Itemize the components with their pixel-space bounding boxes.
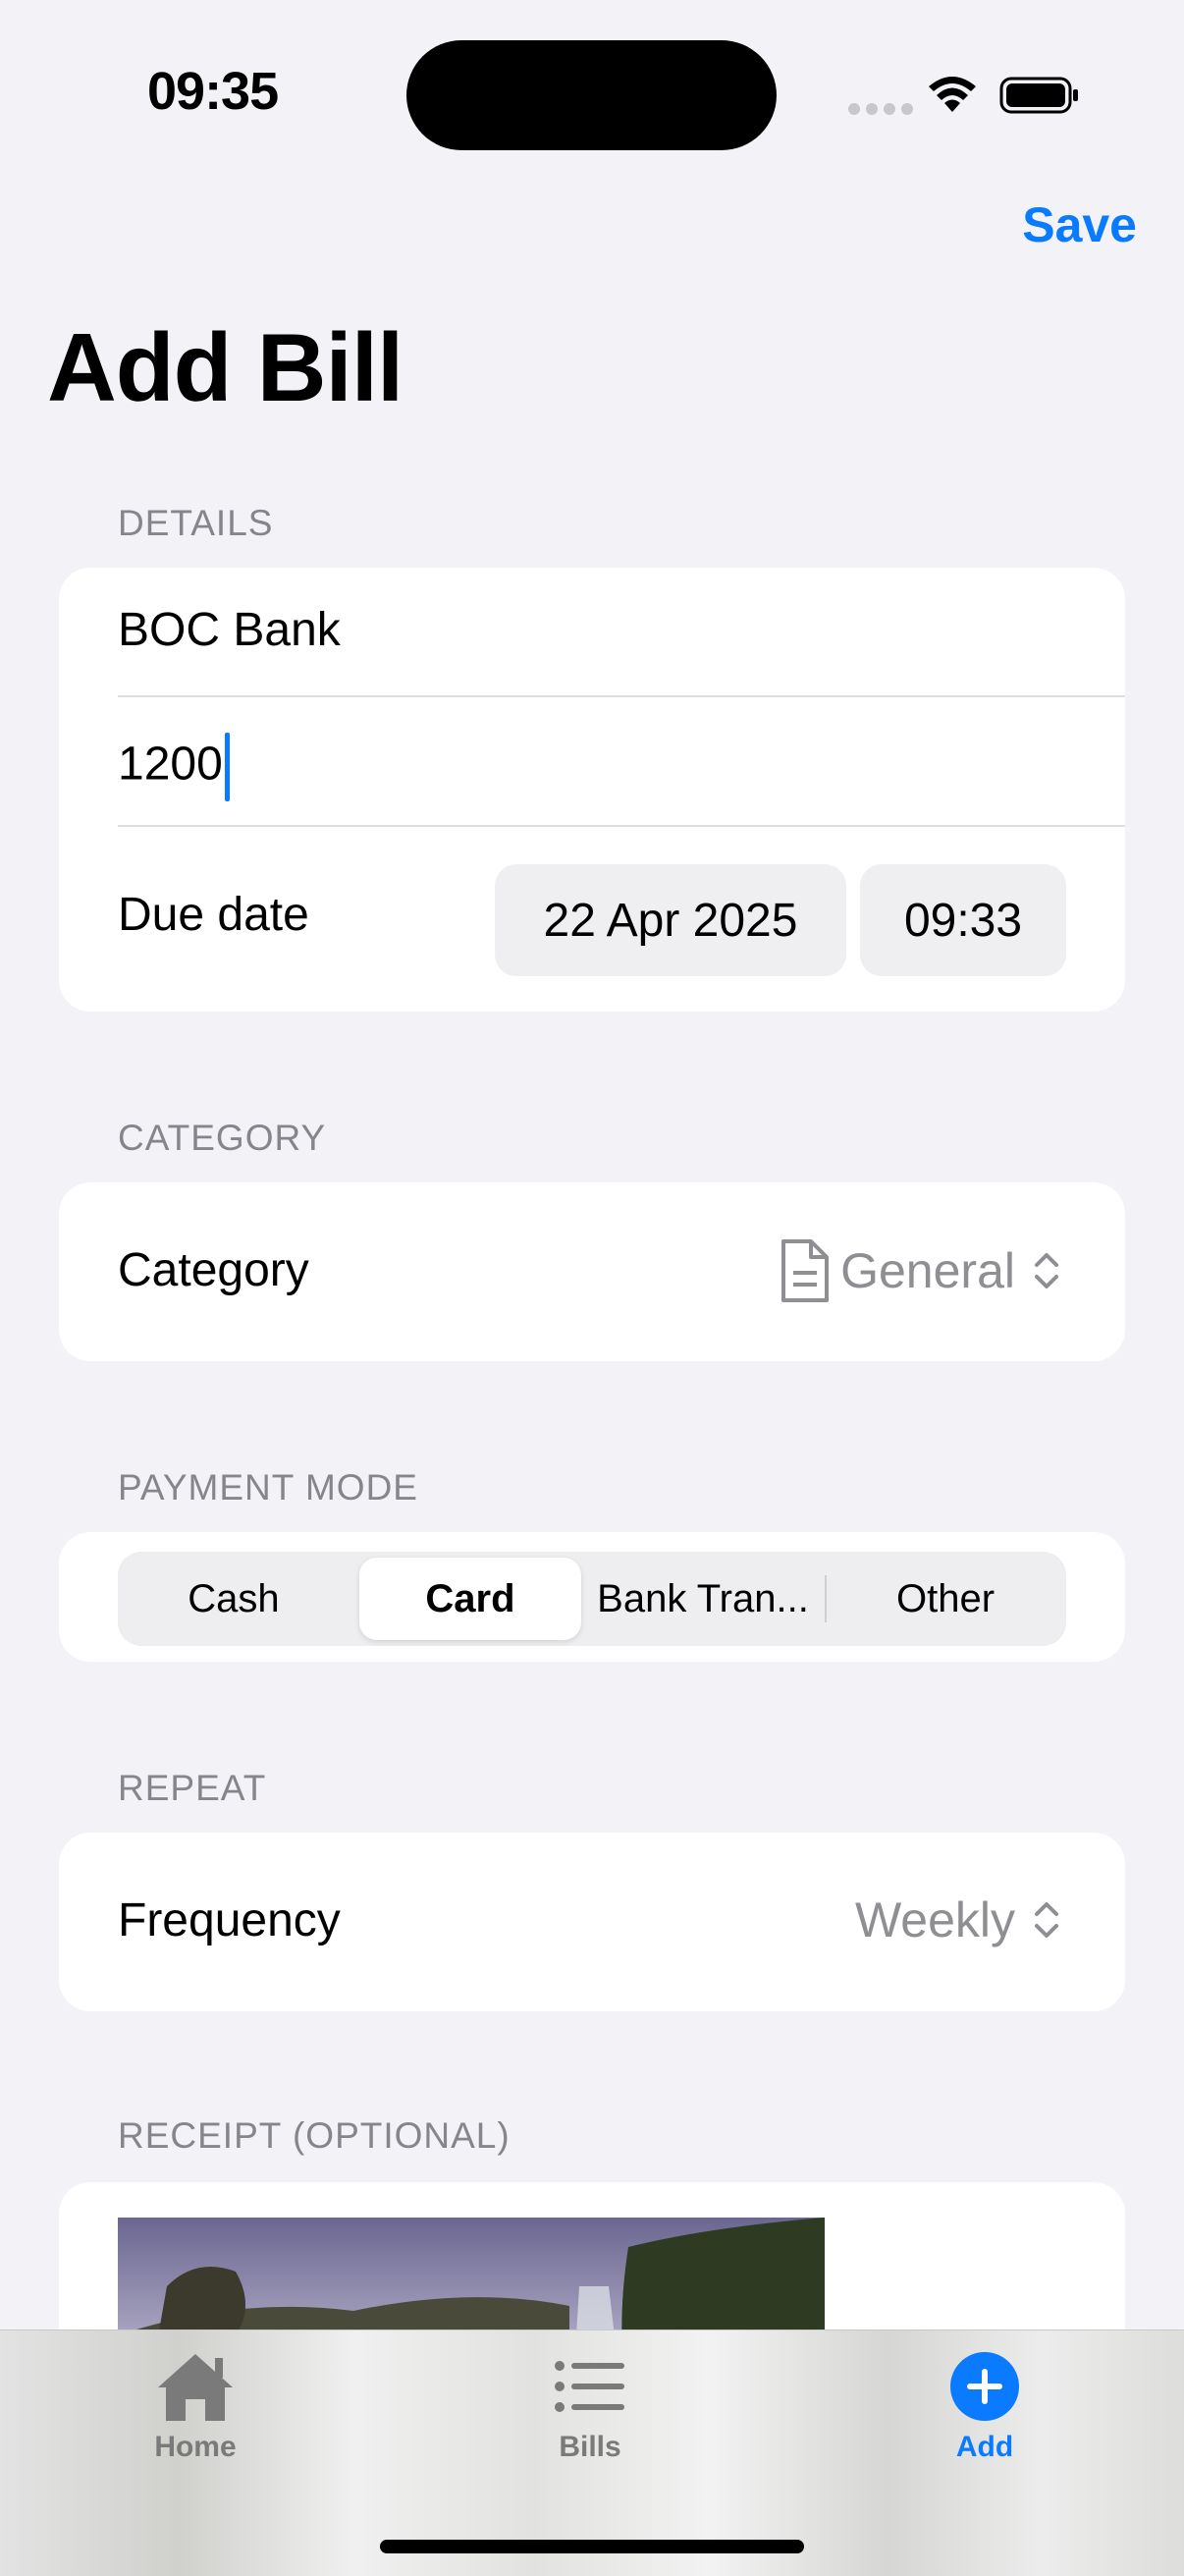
chevron-up-down-icon [1035, 1253, 1058, 1288]
section-header-repeat: REPEAT [118, 1768, 267, 1808]
battery-icon [999, 77, 1078, 114]
bill-name-field[interactable]: BOC Bank [118, 603, 341, 657]
tab-add[interactable]: Add [887, 2350, 1083, 2464]
divider [118, 825, 1125, 827]
amount-field[interactable]: 1200 [118, 733, 230, 801]
frequency-label: Frequency [118, 1894, 341, 1946]
status-time: 09:35 [147, 62, 279, 121]
save-button[interactable]: Save [1022, 196, 1137, 253]
plus-circle-icon [950, 2352, 1019, 2421]
section-header-receipt: RECEIPT (OPTIONAL) [118, 2115, 511, 2156]
due-time-picker[interactable]: 09:33 [860, 864, 1066, 976]
payment-mode-segmented-control: Cash Card Bank Tran... Other [118, 1552, 1066, 1646]
tab-bills[interactable]: Bills [492, 2350, 688, 2464]
amount-value: 1200 [118, 738, 223, 791]
section-header-payment-mode: PAYMENT MODE [118, 1467, 418, 1507]
dynamic-island [406, 40, 777, 150]
category-label: Category [118, 1244, 309, 1296]
house-icon [158, 2354, 233, 2421]
section-header-details: DETAILS [118, 503, 274, 543]
segment-separator [825, 1575, 827, 1622]
segment-bank-transfer[interactable]: Bank Tran... [587, 1558, 819, 1640]
frequency-value: Weekly [854, 1892, 1015, 1947]
payment-mode-card: Cash Card Bank Tran... Other [59, 1532, 1125, 1662]
category-card: Category General [59, 1182, 1125, 1361]
segment-other[interactable]: Other [831, 1558, 1060, 1640]
tab-add-label: Add [955, 2431, 1014, 2463]
frequency-picker[interactable]: Weekly [855, 1891, 1066, 1948]
chevron-up-down-icon [1035, 1902, 1058, 1938]
list-icon [555, 2361, 624, 2412]
details-card: BOC Bank 1200 Due date 22 Apr 2025 09:33 [59, 568, 1125, 1012]
repeat-card: Frequency Weekly [59, 1833, 1125, 2011]
wifi-icon [929, 77, 976, 112]
section-header-category: CATEGORY [118, 1118, 327, 1158]
due-date-label: Due date [118, 889, 309, 941]
divider [118, 695, 1125, 697]
tab-home[interactable]: Home [97, 2350, 294, 2464]
cellular-signal-icon [848, 103, 913, 115]
home-indicator [380, 2540, 804, 2553]
page-title: Add Bill [47, 313, 404, 421]
segment-cash[interactable]: Cash [124, 1558, 344, 1640]
category-value: General [840, 1243, 1015, 1298]
text-cursor [224, 733, 230, 801]
doc-icon [781, 1239, 830, 1302]
tab-home-label: Home [154, 2431, 237, 2463]
segment-card[interactable]: Card [359, 1558, 581, 1640]
due-date-picker[interactable]: 22 Apr 2025 [495, 864, 846, 976]
tab-bills-label: Bills [559, 2431, 621, 2463]
category-picker[interactable]: General [778, 1237, 1066, 1304]
